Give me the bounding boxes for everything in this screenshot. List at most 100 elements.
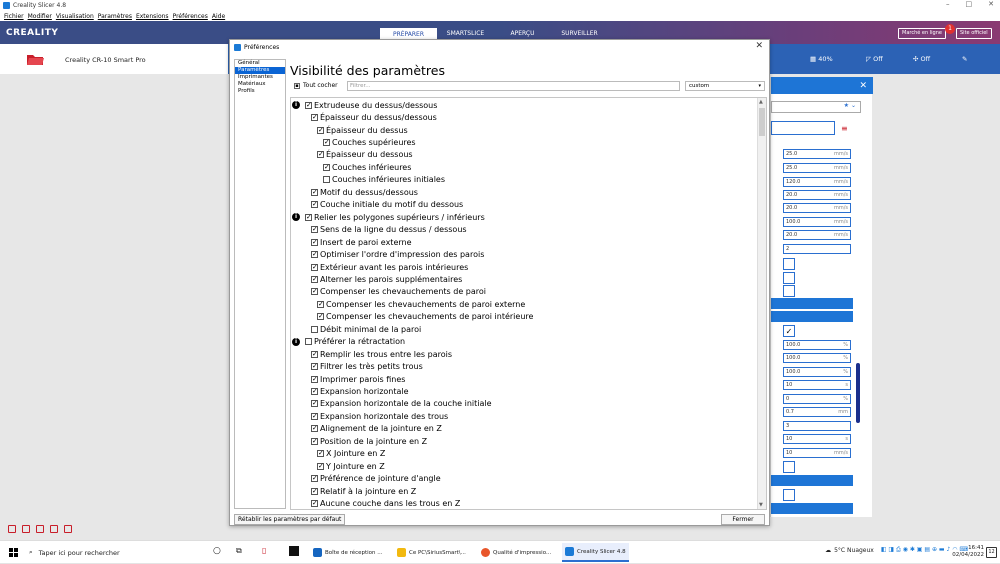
minimize-button[interactable]: –	[946, 0, 950, 8]
scrollbar-thumb[interactable]	[759, 108, 765, 136]
creality-cloud-icon[interactable]: ▯	[262, 546, 266, 555]
value-field[interactable]: 25.0 mm/s	[783, 149, 851, 159]
maximize-button[interactable]: □	[966, 0, 973, 8]
setting-checkbox[interactable]	[323, 176, 330, 184]
setting-row[interactable]: ✓ Motif du dessus/dessous	[311, 186, 418, 198]
view-right-icon[interactable]	[64, 525, 72, 533]
setting-checkbox[interactable]	[783, 285, 795, 297]
marketplace-button[interactable]: Marché en ligne	[898, 28, 946, 39]
value-field[interactable]: 20.0 mm/s	[783, 190, 851, 200]
setting-checkbox[interactable]	[783, 489, 795, 501]
setting-checkbox[interactable]: ✓	[317, 313, 324, 321]
value-field[interactable]: 100.0 mm/s	[783, 217, 851, 227]
setting-checkbox[interactable]: ✓	[317, 300, 324, 308]
setting-row[interactable]: ✓ Sens de la ligne du dessus / dessous	[311, 224, 467, 236]
value-field[interactable]: 100.0%	[783, 340, 851, 350]
setting-row[interactable]: ✓ Filtrer les très petits trous	[311, 360, 423, 372]
value-field[interactable]: 10 s	[783, 434, 851, 444]
value-field[interactable]: 120.0 mm/s	[783, 177, 851, 187]
check-all-toggle[interactable]: ▪ Tout cocher	[294, 82, 338, 89]
setting-checkbox[interactable]: ✓	[311, 363, 318, 371]
setting-checkbox[interactable]: ✓	[311, 350, 318, 358]
setting-row[interactable]: ✓ Épaisseur du dessous	[317, 149, 413, 161]
list-scrollbar[interactable]: ▲ ▼	[757, 98, 766, 509]
nav-imprimantes[interactable]: Imprimantes	[235, 74, 285, 81]
value-field[interactable]: 3	[783, 421, 851, 431]
setting-checkbox[interactable]: ✓	[305, 101, 312, 109]
setting-checkbox[interactable]: ✓	[323, 139, 330, 147]
close-button[interactable]: Fermer	[721, 514, 765, 525]
setting-row[interactable]: ✓ Position de la jointure en Z	[311, 435, 427, 447]
value-field[interactable]: 0.7 mm	[783, 407, 851, 417]
setting-row[interactable]: ✓ Expansion horizontale de la couche init…	[311, 398, 492, 410]
setting-checkbox[interactable]: ✓	[311, 263, 318, 271]
terminal-app-icon[interactable]	[289, 546, 299, 556]
scroll-up-icon[interactable]: ▲	[759, 99, 763, 105]
setting-row[interactable]: ✓ Épaisseur du dessus	[317, 124, 408, 136]
setting-row[interactable]: ✓ Remplir les trous entre les parois	[311, 348, 452, 360]
setting-checkbox[interactable]: ✓	[311, 400, 318, 408]
value-field[interactable]: 10 s	[783, 380, 851, 390]
info-icon[interactable]: i	[292, 213, 300, 222]
value-field[interactable]: 100.0%	[783, 367, 851, 377]
menu-fichier[interactable]: Fichier	[4, 13, 24, 20]
setting-checkbox[interactable]: ✓	[311, 388, 318, 396]
section-header[interactable]	[771, 311, 853, 322]
setting-row[interactable]: ✓ Optimiser l'ordre d'impression des paro…	[311, 248, 484, 260]
value-field[interactable]: 10 mm/s	[783, 448, 851, 458]
setting-checkbox[interactable]: ✓	[311, 226, 318, 234]
setting-row[interactable]: ✓ Expansion horizontale des trous	[311, 410, 448, 422]
setting-row[interactable]: ✓ X Jointure en Z	[317, 448, 385, 460]
view-3d-icon[interactable]	[8, 525, 16, 533]
setting-checkbox[interactable]: ✓	[311, 188, 318, 196]
preset-dropdown[interactable]: custom ▾	[685, 81, 765, 91]
setting-row[interactable]: ✓ Relatif à la jointure en Z	[311, 485, 416, 497]
section-header[interactable]	[771, 475, 853, 486]
menu-visualisation[interactable]: Visualisation	[56, 13, 94, 20]
settings-search-input[interactable]	[771, 121, 835, 135]
windows-start-icon[interactable]	[9, 548, 18, 557]
setting-row[interactable]: i ✓ Extrudeuse du dessus/dessous	[292, 99, 437, 111]
taskbar-app-explorer[interactable]: Ce PC\SiriusSmart\...	[394, 543, 469, 562]
setting-checkbox[interactable]: ✓	[311, 251, 318, 259]
weather-text[interactable]: 5°C Nuageux	[834, 547, 874, 554]
nav-profils[interactable]: Profils	[235, 88, 285, 95]
setting-row[interactable]: ✓ Alignement de la jointure en Z	[311, 423, 442, 435]
setting-checkbox[interactable]: ✓	[311, 238, 318, 246]
taskbar-app-creality[interactable]: Creality Slicer 4.8	[562, 543, 629, 562]
setting-checkbox[interactable]: ✓	[311, 475, 318, 483]
setting-row[interactable]: ✓ Compenser les chevauchements de paroi	[311, 286, 486, 298]
section-header[interactable]	[771, 503, 853, 514]
value-field[interactable]: 0%	[783, 394, 851, 404]
menu-extensions[interactable]: Extensions	[136, 13, 169, 20]
setting-checkbox[interactable]: ✓	[317, 151, 324, 159]
setting-row[interactable]: ✓ Extérieur avant les parois intérieures	[311, 261, 468, 273]
setting-checkbox[interactable]: ✓	[311, 288, 318, 296]
setting-row[interactable]: ✓ Épaisseur du dessus/dessous	[311, 111, 437, 123]
setting-row[interactable]: Couches inférieures initiales	[323, 174, 445, 186]
adhesion-indicator[interactable]: ✣ Off	[913, 55, 930, 63]
setting-row[interactable]: ✓ Y Jointure en Z	[317, 460, 385, 472]
setting-row[interactable]: ✓ Insert de paroi externe	[311, 236, 412, 248]
setting-row[interactable]: ✓ Aucune couche dans les trous en Z	[311, 497, 460, 509]
setting-checkbox[interactable]: ✓	[317, 462, 324, 470]
filter-input[interactable]: Filtrer...	[347, 81, 680, 91]
setting-row[interactable]: i Préférer la rétractation	[292, 336, 405, 348]
settings-menu-icon[interactable]: ≡	[841, 124, 848, 133]
view-front-icon[interactable]	[22, 525, 30, 533]
setting-checkbox[interactable]	[311, 325, 318, 333]
setting-row[interactable]: ✓ Expansion horizontale	[311, 385, 409, 397]
close-dialog-icon[interactable]: ✕	[755, 41, 763, 51]
menu-aide[interactable]: Aide	[212, 13, 225, 20]
setting-checkbox[interactable]: ✓	[311, 275, 318, 283]
section-header[interactable]	[771, 298, 853, 309]
setting-checkbox[interactable]: ✓	[317, 450, 324, 458]
close-window-button[interactable]: ✕	[988, 0, 994, 8]
setting-row[interactable]: i ✓ Relier les polygones supérieurs / infé…	[292, 211, 485, 223]
setting-checkbox[interactable]: ✓	[311, 114, 318, 122]
setting-row[interactable]: ✓ Préférence de jointure d'angle	[311, 473, 441, 485]
view-top-icon[interactable]	[36, 525, 44, 533]
setting-checkbox[interactable]: ✓	[311, 437, 318, 445]
menu-modifier[interactable]: Modifier	[28, 13, 52, 20]
infill-indicator[interactable]: ▦ 40%	[810, 55, 833, 63]
